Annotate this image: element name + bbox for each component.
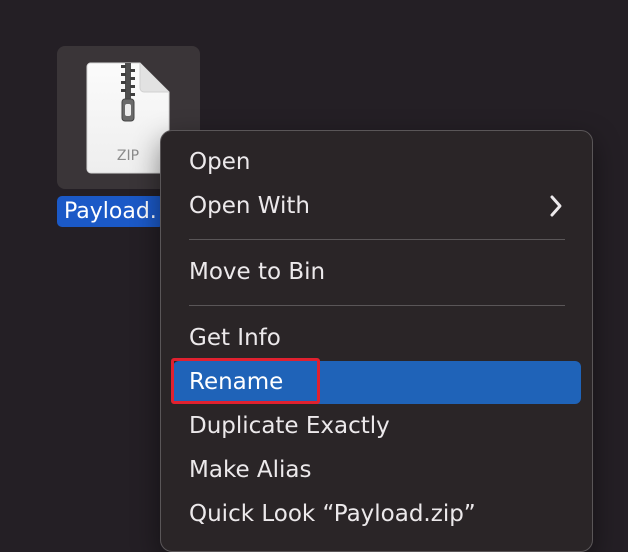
menu-item-quick-look[interactable]: Quick Look “Payload.zip” <box>173 493 581 536</box>
menu-item-label: Open <box>189 149 251 175</box>
rename-focus-highlight <box>171 358 320 404</box>
menu-item-label: Move to Bin <box>189 259 326 285</box>
menu-item-label: Get Info <box>189 325 281 351</box>
context-menu: Open Open With Move to Bin Get Info Rena… <box>160 130 593 552</box>
zip-badge: ZIP <box>117 148 139 164</box>
menu-item-duplicate-exactly[interactable]: Duplicate Exactly <box>173 405 581 448</box>
menu-item-label: Open With <box>189 193 310 219</box>
menu-item-move-to-bin[interactable]: Move to Bin <box>173 251 581 294</box>
zip-archive-icon: ZIP <box>86 62 170 174</box>
menu-item-label: Make Alias <box>189 457 312 483</box>
menu-item-label: Duplicate Exactly <box>189 413 390 439</box>
menu-separator <box>189 239 565 240</box>
desktop-area[interactable]: ZIP Payload. Open Open With Move to Bin … <box>0 0 628 552</box>
menu-item-open[interactable]: Open <box>173 141 581 184</box>
menu-item-open-with[interactable]: Open With <box>173 185 581 228</box>
menu-item-get-info[interactable]: Get Info <box>173 317 581 360</box>
file-name-label[interactable]: Payload. <box>57 196 164 227</box>
menu-item-label: Quick Look “Payload.zip” <box>189 501 476 527</box>
chevron-right-icon <box>550 195 562 217</box>
menu-item-make-alias[interactable]: Make Alias <box>173 449 581 492</box>
menu-separator <box>189 305 565 306</box>
